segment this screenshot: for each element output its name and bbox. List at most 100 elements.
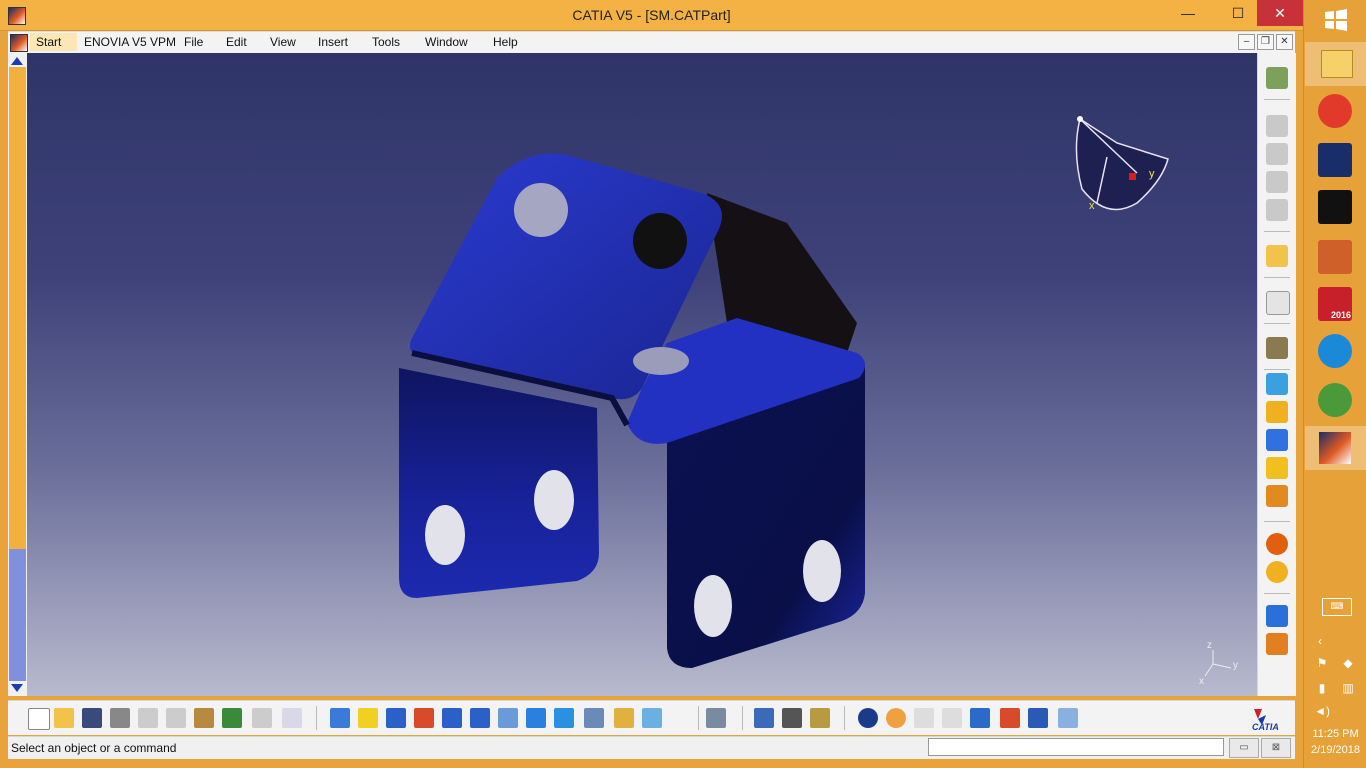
menu-help[interactable]: Help xyxy=(493,35,518,49)
menu-insert[interactable]: Insert xyxy=(318,35,348,49)
iso-view-icon[interactable] xyxy=(554,708,574,728)
pan-icon[interactable] xyxy=(386,708,406,728)
scrollbar-track-upper[interactable] xyxy=(9,67,26,549)
catalog-icon[interactable] xyxy=(970,708,990,728)
flag-icon[interactable]: ⚑ xyxy=(1314,656,1330,670)
menu-view[interactable]: View xyxy=(270,35,296,49)
measure-item-icon[interactable] xyxy=(782,708,802,728)
print-icon[interactable] xyxy=(110,708,130,728)
doc-close-button[interactable]: ✕ xyxy=(1276,34,1293,50)
doc-restore-button[interactable]: ❐ xyxy=(1257,34,1274,50)
dropbox-icon[interactable]: ◆ xyxy=(1340,656,1356,670)
cut-icon[interactable] xyxy=(138,708,158,728)
folder-icon xyxy=(1321,50,1353,78)
zoom-out-icon[interactable] xyxy=(470,708,490,728)
tree-expand-icon[interactable] xyxy=(1266,199,1288,221)
tree-icon[interactable] xyxy=(1266,143,1288,165)
new-icon[interactable] xyxy=(28,708,50,730)
command-clear-button[interactable]: ▭ xyxy=(1229,738,1259,758)
menu-tools[interactable]: Tools xyxy=(372,35,400,49)
hole xyxy=(633,347,689,375)
publish-icon[interactable] xyxy=(1266,115,1288,137)
wall-icon[interactable] xyxy=(1266,401,1288,423)
clock-date[interactable]: 2/19/2018 xyxy=(1304,744,1366,756)
zoom-in-icon[interactable] xyxy=(442,708,462,728)
open-icon[interactable] xyxy=(54,708,74,728)
list-icon[interactable] xyxy=(1028,708,1048,728)
redo-icon[interactable] xyxy=(252,708,272,728)
command-history-button[interactable]: ⊠ xyxy=(1261,738,1291,758)
wall-on-edge-icon[interactable] xyxy=(1266,429,1288,451)
table-icon[interactable] xyxy=(942,708,962,728)
constraint-icon[interactable] xyxy=(1000,708,1020,728)
save-icon[interactable] xyxy=(82,708,102,728)
rotate-icon[interactable] xyxy=(414,708,434,728)
recognize-icon[interactable] xyxy=(1266,373,1288,395)
doc-minimize-button[interactable]: – xyxy=(1238,34,1255,50)
menu-window[interactable]: Window xyxy=(425,35,468,49)
vertical-scrollbar[interactable] xyxy=(8,53,27,696)
maximize-button[interactable]: ☐ xyxy=(1215,0,1261,26)
multi-view-icon[interactable] xyxy=(526,708,546,728)
power-icon[interactable]: ▮ xyxy=(1314,681,1330,695)
menu-enovia[interactable]: ENOVIA V5 VPM xyxy=(84,35,176,49)
normal-view-icon[interactable] xyxy=(498,708,518,728)
catia-task[interactable] xyxy=(1305,426,1366,470)
minimize-button[interactable]: — xyxy=(1165,0,1211,26)
document-icon[interactable] xyxy=(10,34,28,52)
swept-walls-icon[interactable] xyxy=(1266,485,1288,507)
snap-icon[interactable] xyxy=(858,708,878,728)
tree-collapse-icon[interactable] xyxy=(1266,171,1288,193)
scroll-down-arrow[interactable] xyxy=(11,684,23,692)
scroll-up-arrow[interactable] xyxy=(11,57,23,65)
close-button[interactable]: ✕ xyxy=(1257,0,1303,26)
extrusion-icon[interactable] xyxy=(1266,457,1288,479)
matlab-icon[interactable] xyxy=(1318,240,1352,274)
menu-start[interactable]: Start xyxy=(30,33,78,51)
sheet-metal-parameters-icon[interactable] xyxy=(1266,337,1288,359)
menu-edit[interactable]: Edit xyxy=(226,35,247,49)
paste-icon[interactable] xyxy=(194,708,214,728)
hide-show-icon[interactable] xyxy=(614,708,634,728)
sketcher-icon[interactable] xyxy=(1266,291,1290,315)
apply-material-icon[interactable] xyxy=(1058,708,1078,728)
select-arrow-icon[interactable] xyxy=(1266,245,1288,267)
update-icon[interactable] xyxy=(706,708,726,728)
scrollbar-track-lower[interactable] xyxy=(9,549,26,681)
volume-icon[interactable]: ◄) xyxy=(1314,704,1330,718)
autocad-icon[interactable] xyxy=(1318,190,1352,224)
axis-system-icon[interactable] xyxy=(914,708,934,728)
hole xyxy=(633,213,687,269)
3ds-app-icon[interactable] xyxy=(1318,143,1352,177)
network-icon[interactable]: ▥ xyxy=(1340,681,1356,695)
menu-file[interactable]: File xyxy=(184,35,203,49)
swap-visible-space-icon[interactable] xyxy=(642,708,662,728)
hand-icon[interactable] xyxy=(886,708,906,728)
keyboard-icon[interactable]: ⌨ xyxy=(1322,598,1352,616)
render-style-icon[interactable] xyxy=(584,708,604,728)
copy-icon[interactable] xyxy=(166,708,186,728)
file-explorer-task[interactable] xyxy=(1305,42,1366,86)
fold-icon[interactable] xyxy=(1266,633,1288,655)
bend-icon[interactable] xyxy=(1266,561,1288,583)
measure-between-icon[interactable] xyxy=(754,708,774,728)
solidworks-icon[interactable]: 2016 xyxy=(1318,287,1352,321)
cutout-icon[interactable] xyxy=(1266,533,1288,555)
hole xyxy=(425,505,465,565)
fit-all-icon[interactable] xyxy=(358,708,378,728)
compass-widget[interactable]: y x xyxy=(1067,111,1177,221)
clock-time[interactable]: 11:25 PM xyxy=(1304,728,1366,740)
undo-icon[interactable] xyxy=(222,708,242,728)
show-hidden-icons-icon[interactable]: ‹ xyxy=(1312,634,1328,648)
record-app-icon[interactable] xyxy=(1318,94,1352,128)
3d-viewport[interactable]: y x z y x xyxy=(27,53,1257,696)
sheet-metal-workbench-icon[interactable] xyxy=(1266,67,1288,89)
unfold-icon[interactable] xyxy=(1266,605,1288,627)
command-input[interactable] xyxy=(928,738,1224,756)
measure-inertia-icon[interactable] xyxy=(810,708,830,728)
fly-mode-icon[interactable] xyxy=(330,708,350,728)
chrome-icon[interactable] xyxy=(1318,383,1352,417)
whats-this-icon[interactable] xyxy=(282,708,302,728)
browser-blue-icon[interactable] xyxy=(1318,334,1352,368)
windows-start-icon[interactable] xyxy=(1324,8,1348,32)
